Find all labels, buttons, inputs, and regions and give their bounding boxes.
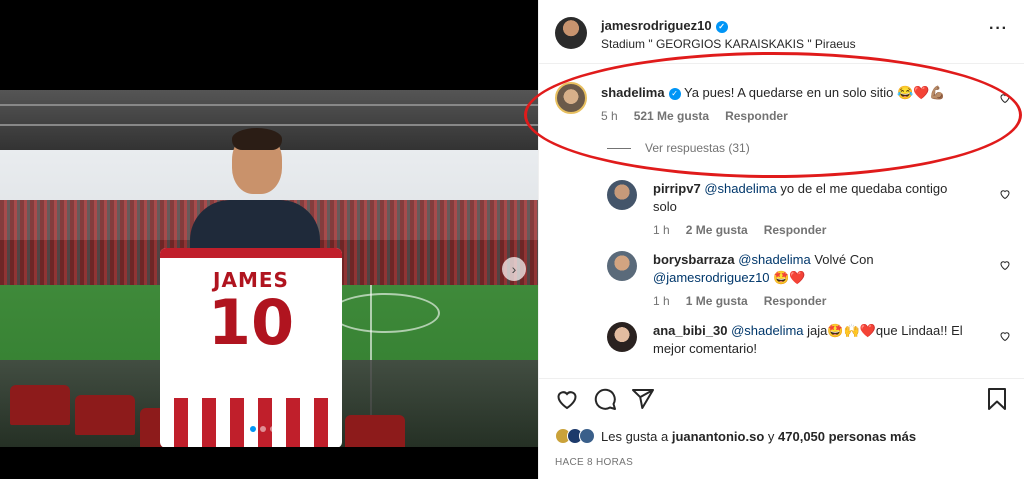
heart-icon[interactable] (555, 387, 579, 411)
heart-icon[interactable] (999, 92, 1011, 104)
verified-badge-icon: ✓ (668, 87, 681, 100)
author-username[interactable]: jamesrodriguez10 ✓ (601, 18, 728, 33)
comment-username[interactable]: ana_bibi_30 (653, 323, 727, 338)
comment-mention[interactable]: @shadelima (731, 323, 803, 338)
more-icon[interactable]: ··· (989, 20, 1008, 38)
view-replies-label[interactable]: Ver respuestas (31) (645, 141, 750, 155)
likes-summary: Les gusta a juanantonio.so y 470,050 per… (555, 428, 916, 444)
commenter-avatar[interactable] (607, 251, 637, 281)
likes-text: Les gusta a juanantonio.so y 470,050 per… (601, 428, 917, 444)
comment-time[interactable]: 5 h (601, 109, 618, 123)
carousel-indicator (250, 426, 276, 432)
post-header: jamesrodriguez10 ✓ Stadium " GEORGIOS KAR… (539, 0, 1024, 64)
comment-meta: 1 h 2 Me gusta Responder (653, 223, 826, 237)
comment-text: borysbarraza @shadelima Volvé Con @james… (653, 252, 874, 285)
comment-meta: 1 h 1 Me gusta Responder (653, 294, 826, 308)
reply-button[interactable]: Responder (764, 294, 827, 308)
heart-icon[interactable] (999, 188, 1011, 200)
post-media: JAMES 10 › (0, 0, 538, 479)
comment-time[interactable]: 1 h (653, 294, 670, 308)
comment-username[interactable]: pirripv7 (653, 181, 701, 196)
comment-likes[interactable]: 521 Me gusta (634, 109, 709, 123)
comment-time[interactable]: 1 h (653, 223, 670, 237)
replies-divider (607, 147, 631, 149)
carousel-next-button[interactable]: › (502, 257, 526, 281)
post-location[interactable]: Stadium " GEORGIOS KARAISKAKIS " Piraeus (601, 37, 856, 51)
commenter-avatar[interactable] (607, 322, 637, 352)
chevron-right-icon: › (511, 261, 517, 277)
post-timestamp[interactable]: HACE 8 HORAS (555, 457, 633, 468)
carousel-dot (260, 426, 266, 432)
comment-username[interactable]: shadelima (601, 85, 665, 100)
comment-mention[interactable]: @shadelima (738, 252, 810, 267)
action-bar (539, 378, 1024, 420)
carousel-dot (270, 426, 276, 432)
commenter-avatar[interactable] (555, 82, 587, 114)
comment-mention[interactable]: @jamesrodriguez10 (653, 270, 770, 285)
comment-likes[interactable]: 1 Me gusta (686, 294, 748, 308)
post-photo: JAMES 10 (0, 90, 538, 447)
comment-text: ana_bibi_30 @shadelima jaja🤩🙌❤️que Linda… (653, 323, 963, 356)
commenter-avatar[interactable] (607, 180, 637, 210)
comment-icon[interactable] (593, 387, 617, 411)
comment-likes[interactable]: 2 Me gusta (686, 223, 748, 237)
reply-button[interactable]: Responder (725, 109, 788, 123)
comment-meta: 5 h 521 Me gusta Responder (601, 109, 788, 123)
share-icon[interactable] (631, 387, 655, 411)
reply-button[interactable]: Responder (764, 223, 827, 237)
post-sidebar: jamesrodriguez10 ✓ Stadium " GEORGIOS KAR… (538, 0, 1024, 479)
jersey-number: 10 (207, 286, 295, 359)
author-avatar[interactable] (555, 17, 587, 49)
view-replies-button[interactable]: Ver respuestas (31) (607, 141, 750, 155)
comment-mention[interactable]: @shadelima (704, 181, 776, 196)
heart-icon[interactable] (999, 259, 1011, 271)
likes-count[interactable]: 470,050 personas más (778, 429, 916, 444)
person-hair (232, 128, 282, 150)
liker-avatar (579, 428, 595, 444)
bookmark-icon[interactable] (985, 387, 1009, 411)
comment-text: shadelima ✓ Ya pues! A quedarse en un sol… (601, 84, 991, 102)
comment-username[interactable]: borysbarraza (653, 252, 735, 267)
heart-icon[interactable] (999, 330, 1011, 342)
comment-text: pirripv7 @shadelima yo de el me quedaba … (653, 181, 948, 214)
verified-badge-icon: ✓ (715, 20, 728, 33)
carousel-dot (250, 426, 256, 432)
liker-username[interactable]: juanantonio.so (672, 429, 764, 444)
comment-body: Ya pues! A quedarse en un solo sitio 😂❤️… (683, 85, 946, 100)
